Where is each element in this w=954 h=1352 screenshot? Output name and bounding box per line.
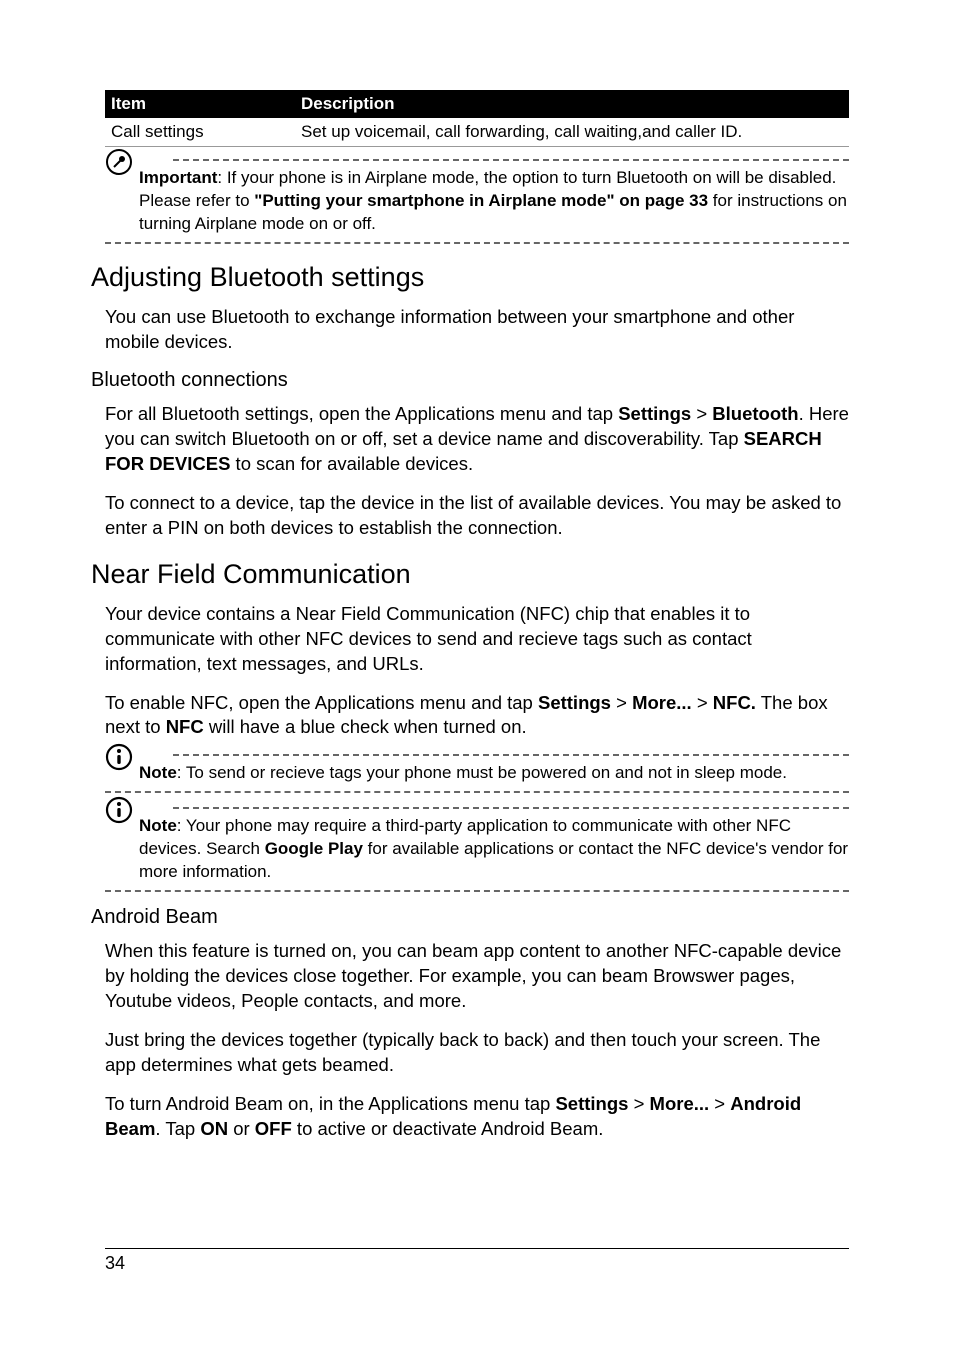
table-row: Call settings Set up voicemail, call for… <box>105 118 849 147</box>
note-text: Note: To send or recieve tags your phone… <box>139 762 849 785</box>
text-part: to scan for available devices. <box>230 453 473 474</box>
nfc-label: NFC <box>166 716 204 737</box>
subsection-heading-bluetooth-connections: Bluetooth connections <box>91 369 849 392</box>
table-header-description: Description <box>295 90 849 118</box>
text-part: To enable NFC, open the Applications men… <box>105 692 538 713</box>
important-note: Important: If your phone is in Airplane … <box>105 159 849 244</box>
note-label: Note <box>139 816 177 835</box>
body-text: You can use Bluetooth to exchange inform… <box>105 305 849 355</box>
text-part: to active or deactivate Android Beam. <box>292 1118 604 1139</box>
text-part: For all Bluetooth settings, open the App… <box>105 403 618 424</box>
settings-label: Settings <box>618 403 691 424</box>
text-part: : To send or recieve tags your phone mus… <box>177 763 787 782</box>
section-heading-nfc: Near Field Communication <box>91 559 849 590</box>
text-part: > <box>692 692 713 713</box>
note-text: Note: Your phone may require a third-par… <box>139 815 849 884</box>
text-part: To turn Android Beam on, in the Applicat… <box>105 1093 555 1114</box>
table-cell-desc: Set up voicemail, call forwarding, call … <box>295 118 849 147</box>
section-heading-bluetooth: Adjusting Bluetooth settings <box>91 262 849 293</box>
important-note-text: Important: If your phone is in Airplane … <box>139 167 849 236</box>
more-label: More... <box>632 692 692 713</box>
table-header-item: Item <box>105 90 295 118</box>
info-icon <box>105 796 133 824</box>
table-cell-item: Call settings <box>105 118 295 147</box>
text-part: > <box>691 403 712 424</box>
off-label: OFF <box>255 1118 292 1139</box>
text-part: will have a blue check when turned on. <box>204 716 527 737</box>
body-text: To connect to a device, tap the device i… <box>105 491 849 541</box>
body-text: When this feature is turned on, you can … <box>105 939 849 1014</box>
text-part: > <box>611 692 632 713</box>
note-label: Note <box>139 763 177 782</box>
on-label: ON <box>200 1118 228 1139</box>
nfc-label: NFC. <box>713 692 756 713</box>
settings-table: Item Description Call settings Set up vo… <box>105 90 849 147</box>
settings-label: Settings <box>555 1093 628 1114</box>
body-text: To enable NFC, open the Applications men… <box>105 691 849 741</box>
google-play-label: Google Play <box>265 839 363 858</box>
subsection-heading-android-beam: Android Beam <box>91 906 849 929</box>
bluetooth-label: Bluetooth <box>712 403 798 424</box>
body-text: To turn Android Beam on, in the Applicat… <box>105 1092 849 1142</box>
page-footer: 34 <box>105 1248 849 1274</box>
text-part: . Tap <box>155 1118 200 1139</box>
text-part: > <box>628 1093 649 1114</box>
info-icon <box>105 743 133 771</box>
settings-label: Settings <box>538 692 611 713</box>
body-text: For all Bluetooth settings, open the App… <box>105 402 849 477</box>
pin-icon <box>105 148 133 176</box>
more-label: More... <box>650 1093 710 1114</box>
note-ref: "Putting your smartphone in Airplane mod… <box>254 191 708 210</box>
body-text: Just bring the devices together (typical… <box>105 1028 849 1078</box>
text-part: > <box>709 1093 730 1114</box>
text-part: or <box>228 1118 255 1139</box>
body-text: Your device contains a Near Field Commun… <box>105 602 849 677</box>
note-block: Note: To send or recieve tags your phone… <box>105 754 849 793</box>
table-header-row: Item Description <box>105 90 849 118</box>
page-number: 34 <box>105 1253 125 1273</box>
important-label: Important <box>139 168 217 187</box>
note-block: Note: Your phone may require a third-par… <box>105 807 849 892</box>
